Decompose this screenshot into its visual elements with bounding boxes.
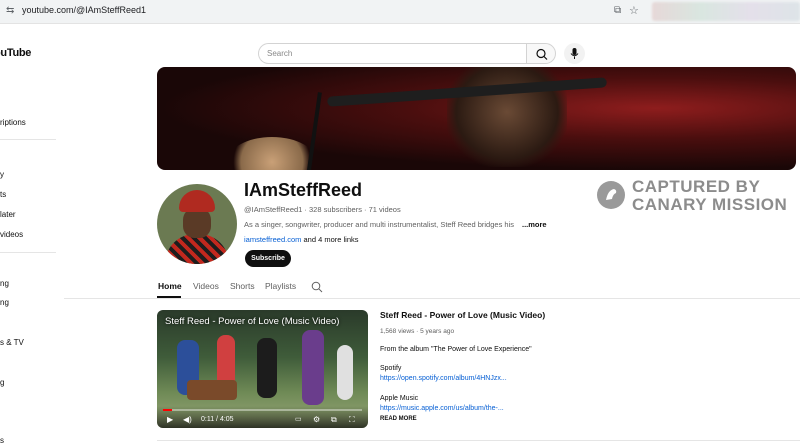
- miniplayer-icon[interactable]: ⧉: [331, 415, 337, 425]
- subscribe-button[interactable]: Subscribe: [245, 250, 291, 267]
- banner-figure: [227, 137, 317, 170]
- avatar-hat: [179, 190, 215, 212]
- section-divider: [157, 440, 800, 441]
- featured-video-player[interactable]: Steff Reed - Power of Love (Music Video)…: [157, 310, 368, 428]
- sidebar-item-shopping[interactable]: ng: [0, 298, 9, 307]
- voice-search-button[interactable]: [564, 43, 585, 64]
- volume-icon[interactable]: ◀): [183, 415, 192, 424]
- captions-icon[interactable]: ▭: [295, 415, 302, 423]
- video-meta: 1,568 views · 5 years ago: [380, 328, 455, 335]
- sidebar-item-playlists[interactable]: ts: [0, 190, 6, 199]
- sidebar-item-news[interactable]: s: [0, 436, 4, 445]
- channel-website-link[interactable]: iamsteffreed.com: [244, 235, 301, 244]
- search-button[interactable]: [526, 43, 556, 64]
- fullscreen-icon[interactable]: ⛶: [349, 415, 355, 425]
- tab-playlists[interactable]: Playlists: [265, 281, 296, 291]
- site-settings-icon[interactable]: ⇆: [6, 5, 18, 17]
- search-icon: [311, 281, 323, 293]
- sidebar-item-movies-tv[interactable]: s & TV: [0, 338, 24, 347]
- video-progress-track[interactable]: [163, 409, 362, 411]
- spotify-link[interactable]: https://open.spotify.com/album/4HNJzx...: [380, 375, 507, 382]
- browser-address-bar: ⇆ youtube.com/@IAmSteffReed1 ⧉ ☆: [0, 0, 800, 24]
- channel-description[interactable]: As a singer, songwriter, producer and mu…: [244, 220, 514, 229]
- search-icon: [536, 48, 548, 60]
- sidebar-item-history[interactable]: y: [0, 170, 4, 179]
- video-desc-album: From the album "The Power of Love Experi…: [380, 346, 532, 353]
- bookmark-star-icon[interactable]: ☆: [629, 4, 639, 17]
- sidebar-divider: [0, 139, 56, 140]
- watermark-line-2: CANARY MISSION: [632, 195, 788, 214]
- description-more-link[interactable]: ...more: [522, 220, 547, 229]
- sidebar-item-subscriptions[interactable]: riptions: [0, 118, 26, 127]
- video-dancer: [257, 338, 277, 398]
- play-icon[interactable]: ▶: [167, 415, 173, 424]
- video-desc-spotify-label: Spotify: [380, 365, 402, 372]
- youtube-logo[interactable]: ouTube: [0, 47, 31, 59]
- settings-gear-icon[interactable]: ⚙: [313, 415, 320, 424]
- tab-home[interactable]: Home: [158, 281, 182, 291]
- canary-mission-logo: [597, 181, 625, 209]
- tab-shorts[interactable]: Shorts: [230, 281, 255, 291]
- video-dancer: [302, 330, 324, 405]
- read-more-button[interactable]: READ MORE: [380, 416, 417, 422]
- channel-meta: @IAmSteffReed1 · 328 subscribers · 71 vi…: [244, 205, 401, 214]
- watermark-line-1: CAPTURED BY: [632, 177, 761, 196]
- sidebar-item-gaming[interactable]: g: [0, 378, 4, 387]
- channel-avatar[interactable]: [157, 184, 237, 264]
- more-links[interactable]: and 4 more links: [303, 235, 358, 244]
- search-input[interactable]: Search: [258, 43, 526, 64]
- sidebar-item-watch-later[interactable]: later: [0, 210, 16, 219]
- tab-videos[interactable]: Videos: [193, 281, 219, 291]
- sidebar-item-liked-videos[interactable]: videos: [0, 230, 23, 239]
- channel-banner: [157, 67, 796, 170]
- video-dancer: [337, 345, 353, 400]
- bird-icon: [606, 189, 617, 200]
- channel-name: IAmSteffReed: [244, 180, 363, 200]
- sidebar-item-trending[interactable]: ng: [0, 279, 9, 288]
- avatar-shirt: [165, 234, 229, 264]
- video-time: 0:11 / 4:05: [201, 416, 234, 423]
- blurred-extensions: [652, 2, 800, 21]
- avatar-face: [183, 208, 211, 238]
- sidebar-divider: [0, 252, 56, 253]
- video-drum: [187, 380, 237, 400]
- video-progress-fill: [163, 409, 172, 411]
- channel-search-button[interactable]: [311, 280, 323, 293]
- open-in-app-icon[interactable]: ⧉: [614, 5, 621, 16]
- video-title[interactable]: Steff Reed - Power of Love (Music Video): [380, 310, 545, 320]
- channel-links: iamsteffreed.com and 4 more links: [244, 235, 359, 244]
- video-overlay-title[interactable]: Steff Reed - Power of Love (Music Video): [165, 316, 339, 327]
- video-desc-apple-label: Apple Music: [380, 395, 419, 402]
- microphone-icon: [570, 48, 579, 59]
- address-url[interactable]: youtube.com/@IAmSteffReed1: [22, 5, 146, 15]
- apple-music-link[interactable]: https://music.apple.com/us/album/the-...: [380, 405, 504, 412]
- tabs-divider: [64, 298, 800, 299]
